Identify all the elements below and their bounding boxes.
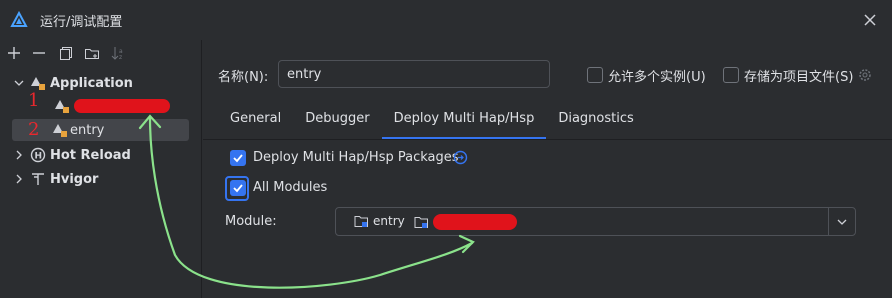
chevron-down-icon[interactable] <box>12 76 26 90</box>
tab-debugger[interactable]: Debugger <box>293 105 381 139</box>
application-config-icon <box>55 100 69 113</box>
all-modules-checkbox[interactable] <box>230 180 246 196</box>
close-icon[interactable] <box>862 12 878 28</box>
module-folder-icon <box>414 217 428 228</box>
sidebar-toolbar: az <box>0 40 202 66</box>
module-entry-label: entry <box>373 214 405 228</box>
svg-text:z: z <box>119 54 122 61</box>
module-chip-redacted <box>414 214 517 230</box>
tree-label-entry: entry <box>70 122 105 138</box>
app-logo-icon <box>10 11 28 27</box>
config-panel: 名称(N): 允许多个实例(U) 存储为项目文件(S) General Debu… <box>203 40 892 298</box>
title-bar: 运行/调试配置 <box>0 0 892 40</box>
tree-item-hot-reload[interactable]: H Hot Reload <box>12 144 131 166</box>
tab-divider <box>203 139 892 140</box>
module-select[interactable]: entry <box>335 207 856 236</box>
chevron-down-icon <box>837 219 847 225</box>
tree-label-application: Application <box>50 75 133 91</box>
sort-icon[interactable]: az <box>110 45 126 61</box>
redacted-label <box>74 99 170 113</box>
module-label: Module: <box>225 214 277 229</box>
redacted-module <box>433 214 517 230</box>
chevron-right-icon[interactable] <box>12 148 26 162</box>
folder-add-icon[interactable] <box>84 45 100 61</box>
tree-label-hot-reload: Hot Reload <box>50 147 131 163</box>
all-modules-label: All Modules <box>253 180 328 195</box>
copy-icon[interactable] <box>58 45 74 61</box>
check-icon <box>233 154 243 163</box>
application-icon <box>31 77 45 90</box>
svg-text:H: H <box>35 152 43 162</box>
allow-multiple-label: 允许多个实例(U) <box>608 70 706 85</box>
application-config-icon <box>53 124 67 137</box>
name-input[interactable] <box>278 60 550 88</box>
name-label: 名称(N): <box>218 70 269 85</box>
tab-bar: General Debugger Deploy Multi Hap/Hsp Di… <box>218 105 646 139</box>
tab-deploy-multi-hap[interactable]: Deploy Multi Hap/Hsp <box>381 105 547 139</box>
tree-item-entry[interactable]: 2 entry <box>12 119 189 141</box>
store-as-file-checkbox[interactable] <box>723 67 739 83</box>
deploy-packages-checkbox[interactable] <box>230 150 246 166</box>
deploy-packages-label: Deploy Multi Hap/Hsp Packages <box>253 150 459 165</box>
annotation-marker-2: 2 <box>28 119 40 140</box>
add-icon[interactable] <box>6 45 22 61</box>
module-folder-icon <box>354 216 368 227</box>
annotation-marker-1: 1 <box>28 90 40 111</box>
chevron-right-icon[interactable] <box>12 172 26 186</box>
hvigor-icon <box>32 173 44 185</box>
check-icon <box>233 184 243 193</box>
module-chip-entry: entry <box>354 214 405 228</box>
tab-general[interactable]: General <box>218 105 293 139</box>
window-title: 运行/调试配置 <box>40 15 123 30</box>
hot-reload-icon: H <box>30 147 46 163</box>
tab-diagnostics[interactable]: Diagnostics <box>546 105 645 139</box>
tree-item-redacted[interactable] <box>54 95 170 117</box>
tree-item-hvigor[interactable]: Hvigor <box>12 168 98 190</box>
settings-gear-icon[interactable] <box>856 66 874 84</box>
allow-multiple-checkbox[interactable] <box>587 67 603 83</box>
link-icon[interactable] <box>453 150 468 165</box>
dropdown-button[interactable] <box>828 208 855 235</box>
store-as-file-label: 存储为项目文件(S) <box>744 70 854 85</box>
sidebar: az Application 1 2 entry H Hot Reload Hv… <box>0 40 202 298</box>
remove-icon[interactable] <box>31 45 47 61</box>
tree-label-hvigor: Hvigor <box>50 171 99 187</box>
